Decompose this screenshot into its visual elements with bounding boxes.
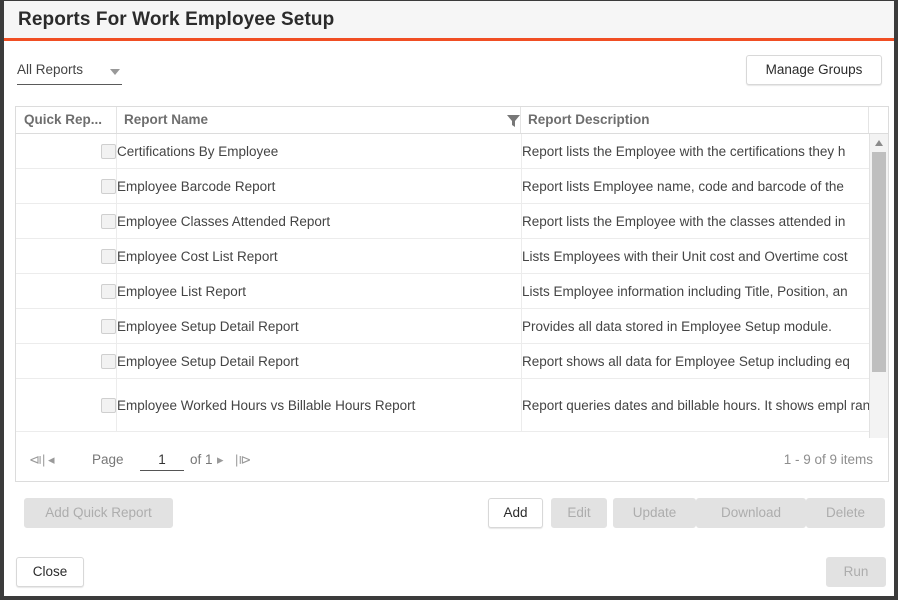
pager-item-count: 1 - 9 of 9 items — [783, 452, 873, 467]
report-description-cell: Report shows all data for Employee Setup… — [521, 343, 888, 379]
pager-page-input[interactable] — [140, 449, 184, 471]
quick-report-cell — [16, 273, 117, 309]
quick-report-checkbox[interactable] — [101, 178, 116, 194]
report-group-dropdown[interactable]: All Reports — [17, 60, 122, 85]
report-name-cell: Employee Cost List Report — [116, 238, 522, 274]
download-button[interactable]: Download — [696, 498, 806, 528]
report-name-cell: Employee Setup Detail Report — [116, 343, 522, 379]
quick-report-checkbox[interactable] — [101, 283, 116, 299]
table-row[interactable]: Employee Cost List Report Lists Employees… — [16, 238, 888, 274]
report-name-cell: Employee Setup Detail Report — [116, 308, 522, 344]
table-row[interactable]: Employee List Report Lists Employee infor… — [16, 273, 888, 309]
chevron-down-icon — [110, 69, 120, 75]
caret-up-icon[interactable] — [875, 140, 883, 146]
reports-table: Certifications By Employee Report lists t… — [16, 134, 888, 432]
quick-report-checkbox[interactable] — [101, 143, 116, 159]
quick-report-checkbox[interactable] — [101, 213, 116, 229]
report-group-dropdown-label: All Reports — [17, 62, 84, 77]
quick-report-cell — [16, 238, 117, 274]
run-button[interactable]: Run — [826, 557, 886, 587]
report-name-cell: Employee Classes Attended Report — [116, 203, 522, 239]
report-description-cell: Lists Employee information including Tit… — [521, 273, 888, 309]
add-button[interactable]: Add — [488, 498, 543, 528]
manage-groups-button[interactable]: Manage Groups — [746, 55, 882, 85]
report-description-cell: Lists Employees with their Unit cost and… — [521, 238, 888, 274]
grid-body: Certifications By Employee Report lists t… — [16, 134, 888, 463]
pager-last-page-icon[interactable]: |⧐ — [235, 453, 251, 466]
pager-previous-page-icon[interactable]: ◂ — [48, 453, 55, 466]
pager-of-label: of 1 — [190, 452, 213, 467]
quick-report-checkbox[interactable] — [101, 248, 116, 264]
report-description-cell: Report lists the Employee with the class… — [521, 203, 888, 239]
table-row[interactable]: Employee Setup Detail Report Provides all… — [16, 308, 888, 344]
quick-report-checkbox[interactable] — [101, 318, 116, 334]
table-row[interactable]: Employee Classes Attended Report Report l… — [16, 203, 888, 239]
dialog-window: Reports For Work Employee Setup All Repo… — [0, 0, 898, 600]
pager-page-label: Page — [92, 452, 124, 467]
quick-report-checkbox[interactable] — [101, 397, 116, 413]
filter-funnel-icon[interactable] — [507, 115, 520, 127]
quick-report-cell — [16, 378, 117, 432]
column-header-report-description[interactable]: Report Description — [520, 107, 868, 133]
vertical-scrollbar-thumb[interactable] — [872, 152, 886, 372]
report-name-cell: Employee Barcode Report — [116, 168, 522, 204]
report-name-cell: Employee List Report — [116, 273, 522, 309]
quick-report-cell — [16, 203, 117, 239]
dialog-titlebar: Reports For Work Employee Setup — [4, 1, 894, 41]
report-description-cell: Report lists the Employee with the certi… — [521, 134, 888, 169]
page-title: Reports For Work Employee Setup — [18, 9, 335, 30]
edit-button[interactable]: Edit — [551, 498, 607, 528]
quick-report-cell — [16, 308, 117, 344]
column-header-spacer — [868, 107, 888, 133]
close-button[interactable]: Close — [16, 557, 84, 587]
pager-first-page-icon[interactable]: ⧏| — [29, 453, 45, 466]
toolbar: All Reports Manage Groups — [4, 44, 894, 102]
table-row[interactable]: Employee Worked Hours vs Billable Hours … — [16, 378, 888, 432]
column-header-report-name[interactable]: Report Name — [116, 107, 520, 133]
update-button[interactable]: Update — [613, 498, 696, 528]
report-description-cell: Provides all data stored in Employee Set… — [521, 308, 888, 344]
quick-report-cell — [16, 134, 117, 169]
reports-grid: Quick Rep... Report Name Report Descript… — [15, 106, 889, 481]
report-name-cell: Certifications By Employee — [116, 134, 522, 169]
grid-header-row: Quick Rep... Report Name Report Descript… — [16, 107, 888, 134]
column-header-quick-report[interactable]: Quick Rep... — [16, 107, 116, 133]
add-quick-report-button[interactable]: Add Quick Report — [24, 498, 173, 528]
table-row[interactable]: Employee Setup Detail Report Report shows… — [16, 343, 888, 379]
quick-report-checkbox[interactable] — [101, 353, 116, 369]
grid-vertical-scrollbar[interactable] — [869, 134, 888, 463]
delete-button[interactable]: Delete — [806, 498, 885, 528]
grid-pager: ⧏| ◂ Page of 1 ▸ |⧐ 1 - 9 of 9 items — [15, 438, 889, 482]
quick-report-cell — [16, 168, 117, 204]
table-row[interactable]: Certifications By Employee Report lists t… — [16, 134, 888, 169]
report-description-cell: Report queries dates and billable hours.… — [521, 378, 888, 432]
pager-next-page-icon[interactable]: ▸ — [217, 453, 224, 466]
report-name-cell: Employee Worked Hours vs Billable Hours … — [116, 378, 522, 432]
table-row[interactable]: Employee Barcode Report Report lists Empl… — [16, 168, 888, 204]
report-description-cell: Report lists Employee name, code and bar… — [521, 168, 888, 204]
quick-report-cell — [16, 343, 117, 379]
